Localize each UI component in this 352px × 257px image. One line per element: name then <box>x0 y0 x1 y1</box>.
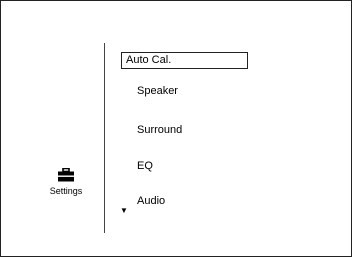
settings-label: Settings <box>49 186 83 196</box>
menu-item-surround[interactable]: Surround <box>121 122 182 139</box>
menu-item-eq[interactable]: EQ <box>121 158 153 175</box>
settings-category: Settings <box>45 168 87 196</box>
divider-line <box>104 43 105 233</box>
settings-screen: Settings Auto Cal. Speaker Surround EQ A… <box>0 0 352 257</box>
menu-item-speaker[interactable]: Speaker <box>121 83 178 100</box>
scroll-down-icon[interactable]: ▼ <box>120 207 128 215</box>
menu-item-auto-cal[interactable]: Auto Cal. <box>121 52 248 69</box>
toolbox-icon <box>57 168 75 182</box>
